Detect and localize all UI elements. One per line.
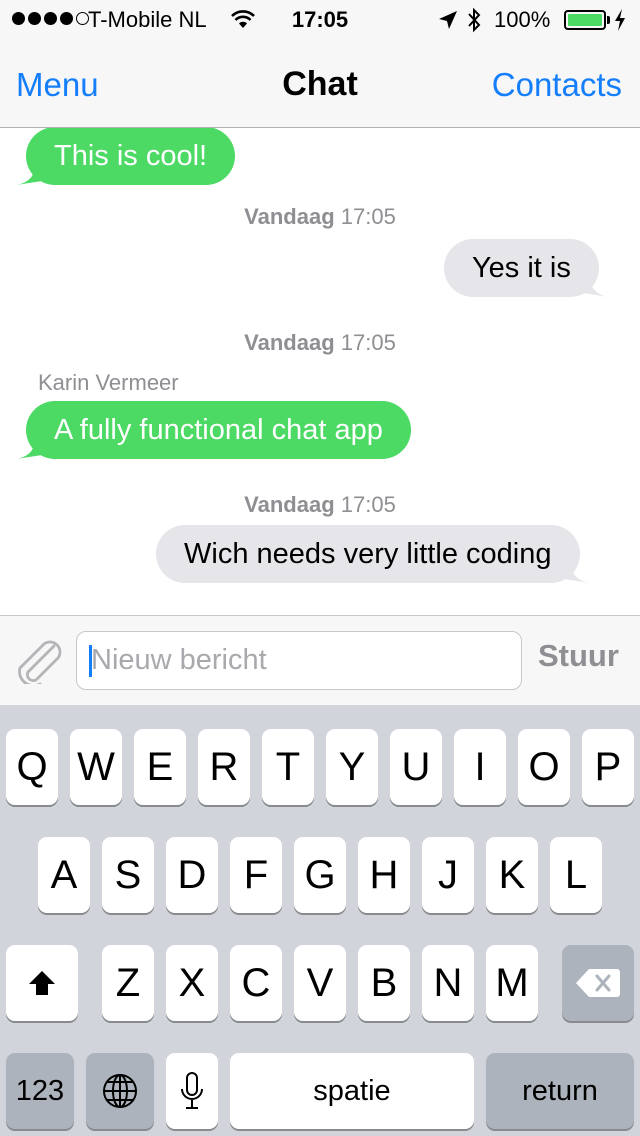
message-text: This is cool! (54, 140, 208, 172)
backspace-icon (576, 969, 620, 997)
timestamp-day: Vandaag (244, 492, 335, 517)
key-s[interactable]: S (102, 837, 154, 913)
space-key[interactable]: spatie (230, 1053, 474, 1129)
message-field-container (76, 631, 522, 690)
message-text: Yes it is (472, 252, 571, 284)
key-m[interactable]: M (486, 945, 538, 1021)
key-v[interactable]: V (294, 945, 346, 1021)
key-d[interactable]: D (166, 837, 218, 913)
timestamp-time: 17:05 (340, 330, 396, 355)
key-w[interactable]: W (70, 729, 122, 805)
message-timestamp: Vandaag 17:05 (0, 330, 640, 356)
message-composer: Stuur (0, 615, 640, 705)
return-key[interactable]: return (486, 1053, 634, 1129)
message-input[interactable] (91, 632, 511, 688)
message-bubble-incoming: A fully functional chat app (16, 401, 411, 459)
key-e[interactable]: E (134, 729, 186, 805)
key-q[interactable]: Q (6, 729, 58, 805)
message-timestamp: Vandaag 17:05 (0, 204, 640, 230)
keyboard: Q W E R T Y U I O P A S D F G H J K L Z … (0, 705, 640, 1136)
timestamp-day: Vandaag (244, 204, 335, 229)
key-f[interactable]: F (230, 837, 282, 913)
key-h[interactable]: H (358, 837, 410, 913)
delete-key[interactable] (562, 945, 634, 1021)
key-x[interactable]: X (166, 945, 218, 1021)
key-c[interactable]: C (230, 945, 282, 1021)
message-text: A fully functional chat app (54, 414, 383, 446)
battery-tip (607, 16, 610, 24)
key-a[interactable]: A (38, 837, 90, 913)
contacts-button[interactable]: Contacts (492, 66, 622, 104)
key-i[interactable]: I (454, 729, 506, 805)
shift-arrow-icon (29, 971, 55, 995)
timestamp-time: 17:05 (340, 492, 396, 517)
numbers-key[interactable]: 123 (6, 1053, 74, 1129)
battery-percentage: 100% (494, 7, 551, 32)
key-j[interactable]: J (422, 837, 474, 913)
sender-name: Karin Vermeer (38, 370, 179, 395)
status-bar: T-Mobile NL 17:05 100% (0, 0, 640, 40)
paperclip-icon[interactable] (14, 638, 64, 689)
globe-icon (103, 1074, 137, 1108)
bluetooth-icon (466, 7, 482, 39)
microphone-icon (181, 1072, 203, 1109)
key-p[interactable]: P (582, 729, 634, 805)
message-list[interactable]: This is cool! Vandaag 17:05 Yes it is Va… (0, 128, 640, 615)
location-arrow-icon (438, 10, 458, 36)
message-bubble-incoming: This is cool! (16, 128, 236, 185)
timestamp-time: 17:05 (340, 204, 396, 229)
key-t[interactable]: T (262, 729, 314, 805)
key-g[interactable]: G (294, 837, 346, 913)
battery-icon (564, 10, 606, 30)
message-text: Wich needs very little coding (184, 538, 552, 570)
key-u[interactable]: U (390, 729, 442, 805)
key-z[interactable]: Z (102, 945, 154, 1021)
charging-bolt-icon (614, 8, 626, 38)
top-bar: T-Mobile NL 17:05 100% Menu Chat Contact… (0, 0, 640, 128)
message-bubble-outgoing: Wich needs very little coding (156, 525, 590, 583)
globe-key[interactable] (86, 1053, 154, 1129)
key-r[interactable]: R (198, 729, 250, 805)
key-n[interactable]: N (422, 945, 474, 1021)
message-timestamp: Vandaag 17:05 (0, 492, 640, 518)
key-b[interactable]: B (358, 945, 410, 1021)
timestamp-day: Vandaag (244, 330, 335, 355)
message-bubble-outgoing: Yes it is (444, 239, 609, 297)
key-l[interactable]: L (550, 837, 602, 913)
microphone-key[interactable] (166, 1053, 218, 1129)
key-o[interactable]: O (518, 729, 570, 805)
key-k[interactable]: K (486, 837, 538, 913)
send-button[interactable]: Stuur (538, 638, 619, 674)
shift-key[interactable] (6, 945, 78, 1021)
key-y[interactable]: Y (326, 729, 378, 805)
